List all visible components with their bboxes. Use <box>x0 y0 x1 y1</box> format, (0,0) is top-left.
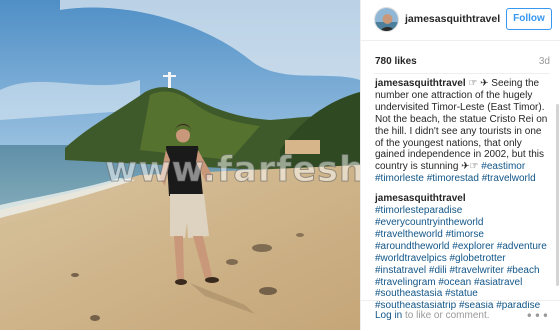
comments-scrollbar[interactable] <box>556 104 559 286</box>
hashtag[interactable]: #dili <box>429 265 447 276</box>
hashtag[interactable]: #travelingram <box>375 277 436 288</box>
hashtag-comment: jamesasquithtravel #timorlesteparadise #… <box>375 193 551 312</box>
follow-button[interactable]: Follow <box>506 8 552 30</box>
post-sidebar: jamesasquithtravel Follow 780 likes 3d j… <box>360 0 560 330</box>
post-header: jamesasquithtravel Follow <box>361 0 560 41</box>
login-prompt: Log in to like or comment. <box>375 310 490 321</box>
hashtag[interactable]: #asiatravel <box>474 277 522 288</box>
likes-count[interactable]: 780 likes <box>375 56 417 67</box>
hashtag[interactable]: #worldtravelpics <box>375 253 447 264</box>
comments-list: jamesasquithtravel ☞ ✈ Seeing the number… <box>375 78 551 320</box>
hashtag[interactable]: #eastimor <box>481 161 525 172</box>
hashtag[interactable]: #everycountryintheworld <box>375 217 483 228</box>
username-link[interactable]: jamesasquithtravel <box>405 13 500 25</box>
login-prompt-text: to like or comment. <box>402 310 490 321</box>
hashtag[interactable]: #statue <box>445 288 478 299</box>
caption-username[interactable]: jamesasquithtravel <box>375 78 466 89</box>
hashtag[interactable]: #southeastasia <box>375 288 442 299</box>
more-icon[interactable]: ••• <box>526 310 550 322</box>
hashtag[interactable]: #travelwriter <box>450 265 504 276</box>
login-link[interactable]: Log in <box>375 310 402 321</box>
caption-text: ☞ ✈ Seeing the number one attraction of … <box>375 78 548 173</box>
post-footer: Log in to like or comment. ••• <box>361 300 560 331</box>
hashtag[interactable]: #ocean <box>438 277 471 288</box>
post-time[interactable]: 3d <box>539 56 550 67</box>
avatar[interactable] <box>374 7 399 32</box>
hashtag[interactable]: #timorleste <box>375 173 424 184</box>
hashtag[interactable]: #adventure <box>497 241 547 252</box>
avatar-image <box>375 8 398 31</box>
hashtag[interactable]: #timorlesteparadise <box>375 205 462 216</box>
hashtag[interactable]: #instatravel <box>375 265 426 276</box>
hashtag[interactable]: #beach <box>507 265 540 276</box>
hashtag[interactable]: #aroundtheworld <box>375 241 450 252</box>
caption-comment: jamesasquithtravel ☞ ✈ Seeing the number… <box>375 78 551 185</box>
hashtag[interactable]: #timorse <box>446 229 484 240</box>
hashtag[interactable]: #timorestad <box>427 173 479 184</box>
hashtag[interactable]: #globetrotter <box>449 253 505 264</box>
instagram-post: www.farfesh.com jamesasquithtravel Follo… <box>0 0 560 330</box>
comment-username[interactable]: jamesasquithtravel <box>375 193 466 204</box>
hashtag[interactable]: #traveltheworld <box>375 229 443 240</box>
beach-scene-image <box>0 0 360 330</box>
hashtag[interactable]: #travelworld <box>482 173 536 184</box>
post-photo[interactable]: www.farfesh.com <box>0 0 360 330</box>
hashtag[interactable]: #explorer <box>452 241 494 252</box>
divider <box>374 73 550 74</box>
